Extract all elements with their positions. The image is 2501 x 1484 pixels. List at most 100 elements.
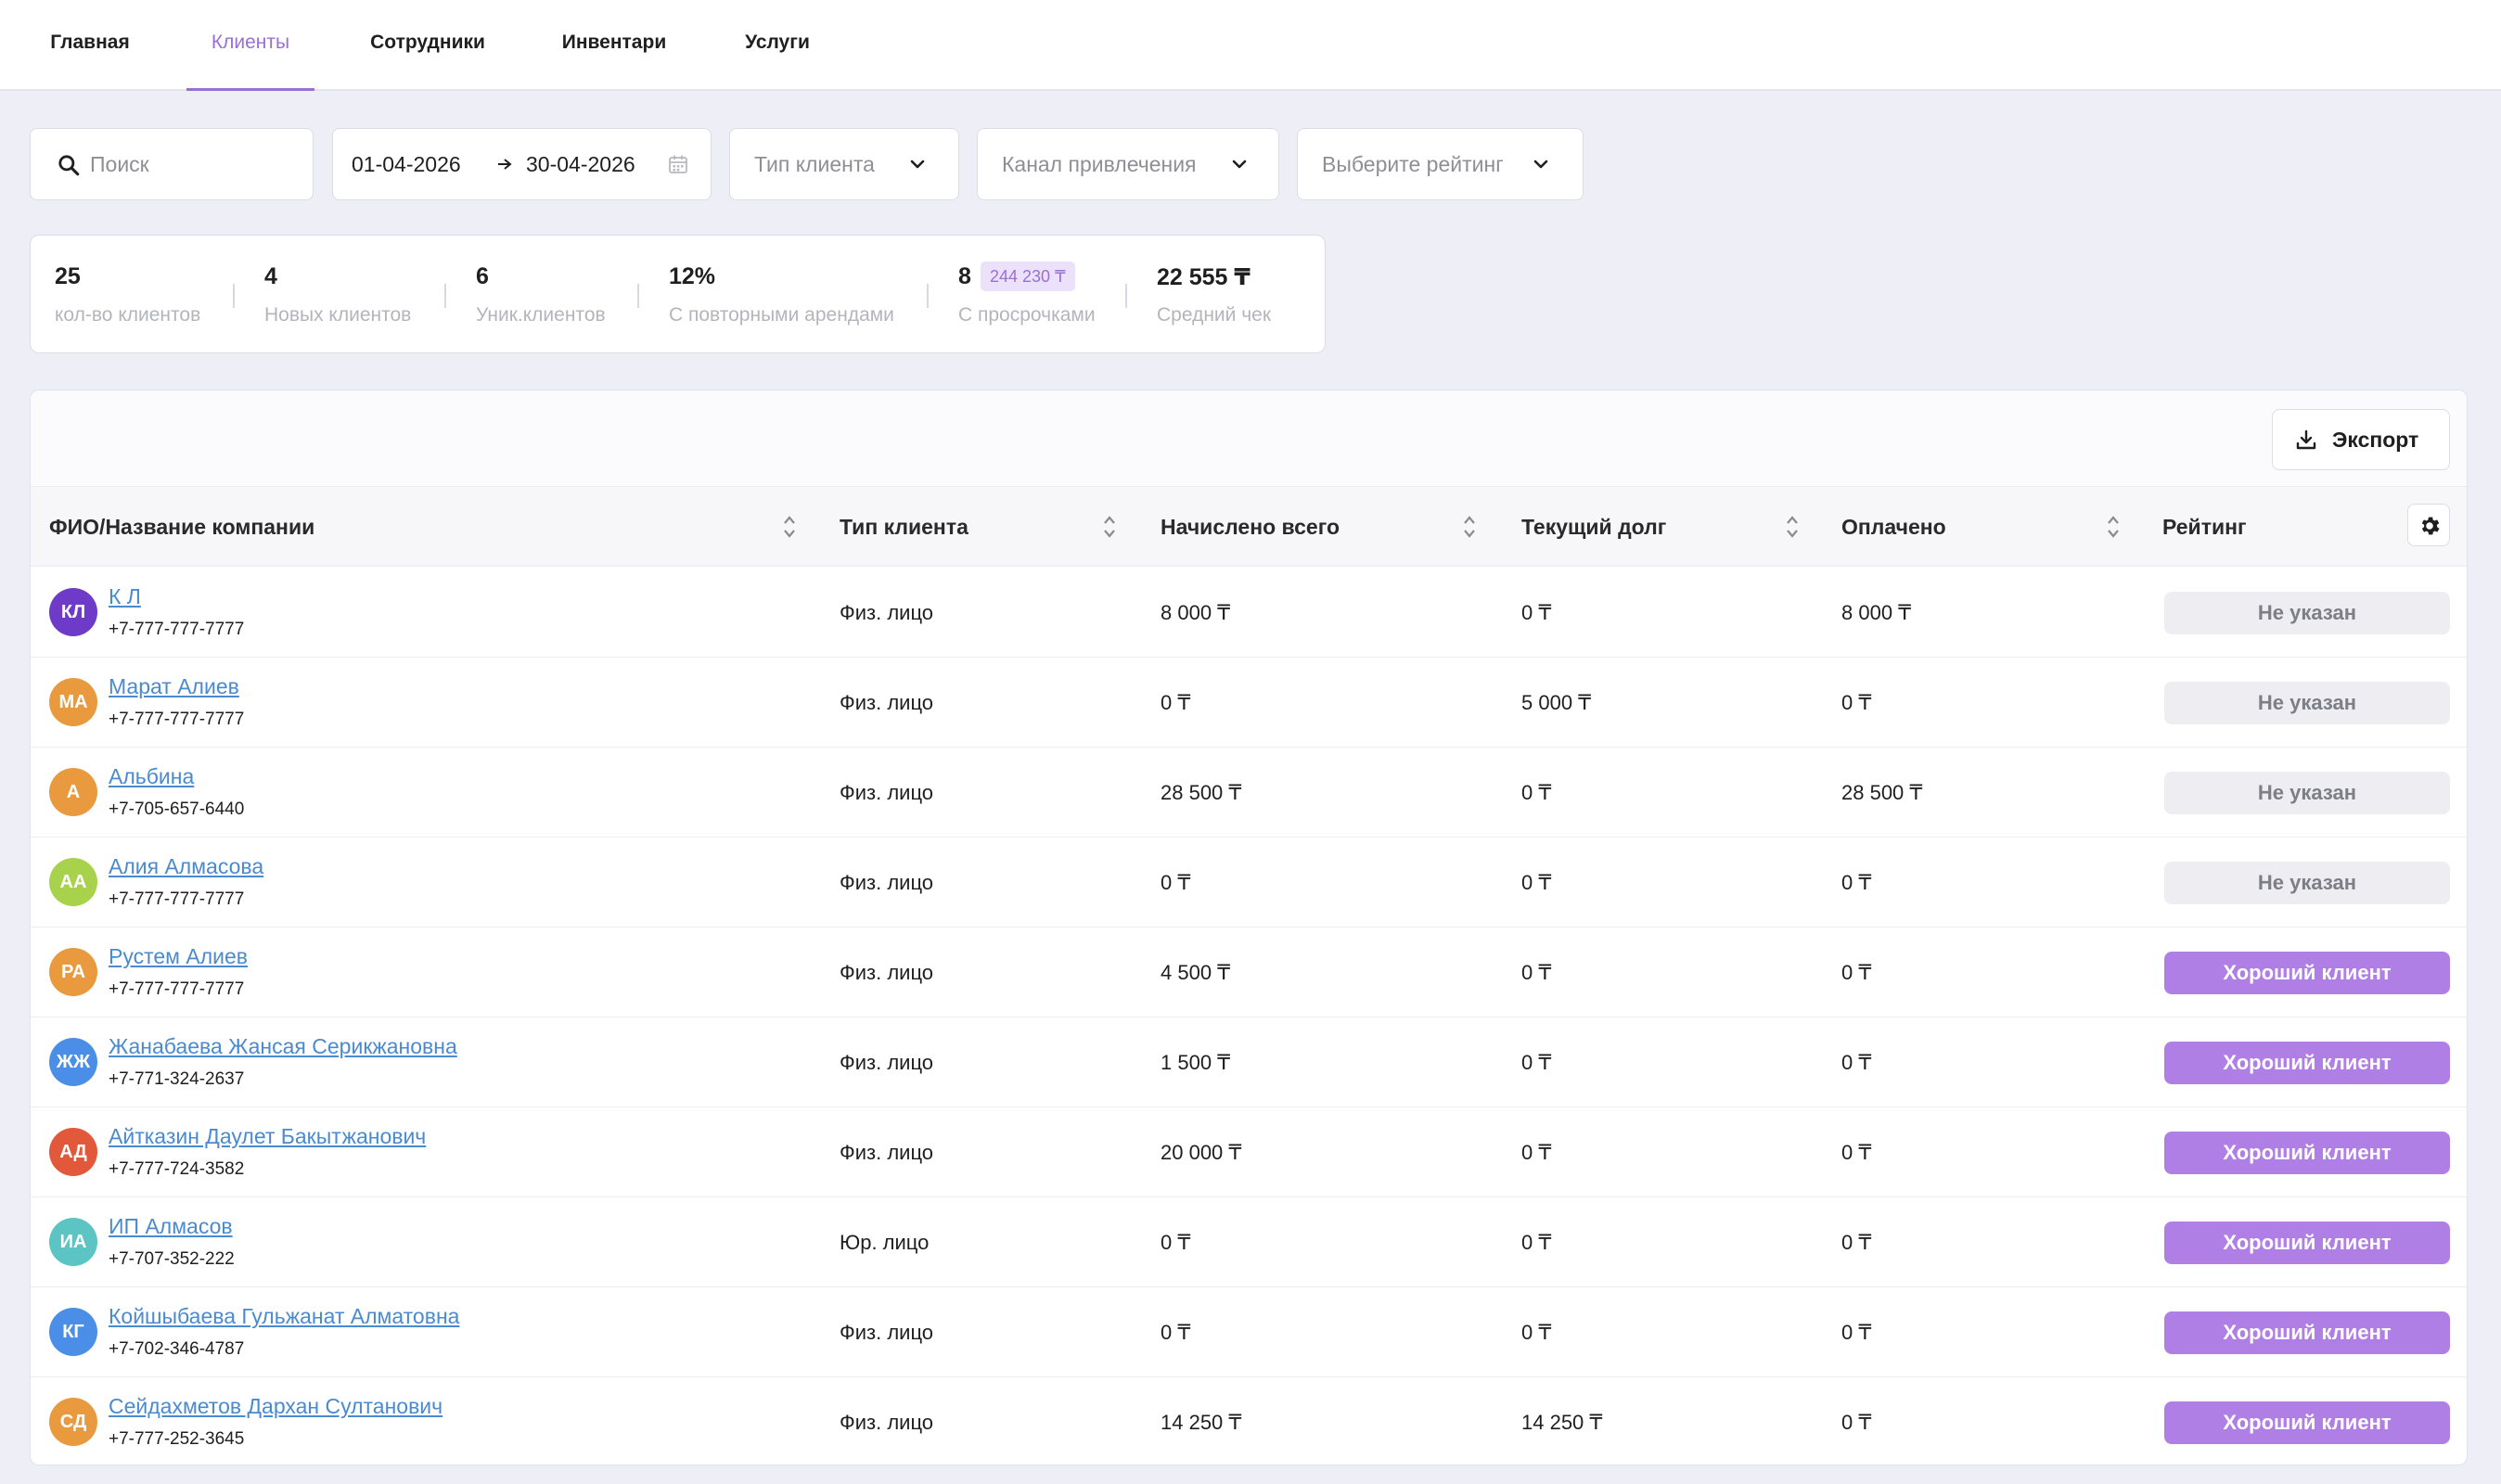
client-type-cell: Физ. лицо — [840, 1321, 934, 1344]
charged-cell: 0 ₸ — [1161, 691, 1191, 714]
calendar-icon[interactable] — [667, 153, 689, 175]
charged-cell: 28 500 ₸ — [1161, 781, 1242, 804]
client-name-link[interactable]: К Л — [109, 584, 141, 609]
debt-cell: 0 ₸ — [1521, 781, 1552, 804]
paid-cell: 0 ₸ — [1841, 871, 1872, 894]
table-row[interactable]: А Альбина +7-705-657-6440 Физ. лицо 28 500 ₸… — [31, 748, 2467, 838]
client-name-link[interactable]: Алия Алмасова — [109, 854, 263, 879]
client-name-link[interactable]: ИП Алмасов — [109, 1214, 233, 1239]
client-name-link[interactable]: Айтказин Даулет Бакытжанович — [109, 1124, 426, 1149]
client-name-link[interactable]: Койшыбаева Гульжанат Алматовна — [109, 1304, 459, 1329]
top-navigation: Главная Клиенты Сотрудники Инвентари Усл… — [0, 0, 2501, 91]
table-row[interactable]: МА Марат Алиев +7-777-777-7777 Физ. лицо 0 ₸… — [31, 658, 2467, 748]
avatar: КЛ — [49, 588, 97, 636]
client-name-link[interactable]: Жанабаева Жансая Серикжановна — [109, 1034, 457, 1059]
column-settings-button[interactable] — [2407, 504, 2450, 546]
date-range-picker[interactable]: 01-04-2026 30-04-2026 — [332, 128, 712, 200]
tab-services[interactable]: Услуги — [738, 0, 816, 89]
rating-badge[interactable]: Не указан — [2164, 682, 2450, 724]
column-header-paid[interactable]: Оплачено — [1841, 487, 1946, 567]
debt-cell: 0 ₸ — [1521, 1051, 1552, 1074]
stat-label: С просрочками — [958, 304, 1096, 326]
rating-badge[interactable]: Хороший клиент — [2164, 952, 2450, 994]
client-type-placeholder: Тип клиента — [754, 152, 875, 176]
rating-badge[interactable]: Не указан — [2164, 592, 2450, 634]
table-row[interactable]: АД Айтказин Даулет Бакытжанович +7-777-724… — [31, 1107, 2467, 1197]
tab-inventory[interactable]: Инвентари — [555, 0, 673, 89]
overdue-amount-chip: 244 230 ₸ — [981, 262, 1075, 291]
paid-cell: 0 ₸ — [1841, 691, 1872, 714]
client-phone: +7-707-352-222 — [109, 1249, 235, 1269]
stat-value: 22 555 ₸ — [1157, 264, 1250, 290]
column-header-rating[interactable]: Рейтинг — [2162, 487, 2247, 567]
debt-cell: 0 ₸ — [1521, 871, 1552, 894]
date-to[interactable]: 30-04-2026 — [526, 129, 635, 199]
sort-icon[interactable] — [1102, 513, 1117, 541]
charged-cell: 0 ₸ — [1161, 1321, 1191, 1344]
client-type-cell: Физ. лицо — [840, 961, 934, 984]
client-type-select[interactable]: Тип клиента — [729, 128, 959, 200]
table-header: ФИО/Название компании Тип клиента Начисл… — [31, 487, 2467, 567]
table-row[interactable]: КГ Койшыбаева Гульжанат Алматовна +7-702-3… — [31, 1287, 2467, 1377]
column-header-charged[interactable]: Начислено всего — [1161, 487, 1340, 567]
stats-card: 25 кол-во клиентов 4 Новых клиентов 6 Ун… — [30, 235, 1326, 353]
tab-employees[interactable]: Сотрудники — [364, 0, 492, 89]
rating-placeholder: Выберите рейтинг — [1322, 152, 1504, 176]
stat-label: С повторными арендами — [669, 304, 894, 326]
table-row[interactable]: СД Сейдахметов Дархан Султанович +7-777-25… — [31, 1377, 2467, 1465]
client-name-link[interactable]: Сейдахметов Дархан Султанович — [109, 1394, 442, 1419]
search-input[interactable]: Поиск — [30, 128, 314, 200]
table-row[interactable]: ИА ИП Алмасов +7-707-352-222 Юр. лицо 0 ₸ 0 ₸… — [31, 1197, 2467, 1287]
rating-badge[interactable]: Хороший клиент — [2164, 1132, 2450, 1174]
debt-cell: 0 ₸ — [1521, 961, 1552, 984]
sort-icon[interactable] — [2106, 513, 2121, 541]
paid-cell: 28 500 ₸ — [1841, 781, 1923, 804]
column-header-name[interactable]: ФИО/Название компании — [49, 487, 314, 567]
sort-icon[interactable] — [1462, 513, 1477, 541]
download-icon — [2296, 429, 2316, 450]
stat-value: 25 — [55, 263, 81, 289]
paid-cell: 0 ₸ — [1841, 1051, 1872, 1074]
rating-badge[interactable]: Хороший клиент — [2164, 1042, 2450, 1084]
table-row[interactable]: КЛ К Л +7-777-777-7777 Физ. лицо 8 000 ₸ 0 ₸ 8… — [31, 568, 2467, 658]
client-name-link[interactable]: Марат Алиев — [109, 674, 239, 699]
search-icon — [58, 155, 80, 176]
export-button[interactable]: Экспорт — [2272, 409, 2450, 470]
table-row[interactable]: РА Рустем Алиев +7-777-777-7777 Физ. лицо 4 … — [31, 928, 2467, 1017]
rating-badge[interactable]: Хороший клиент — [2164, 1222, 2450, 1264]
client-type-cell: Физ. лицо — [840, 691, 934, 714]
rating-badge[interactable]: Не указан — [2164, 772, 2450, 814]
clients-table-panel: Экспорт ФИО/Название компании Тип клиент… — [30, 390, 2468, 1465]
charged-cell: 14 250 ₸ — [1161, 1411, 1242, 1434]
stat-label: Средний чек — [1157, 304, 1272, 326]
client-phone: +7-771-324-2637 — [109, 1069, 245, 1089]
rating-select[interactable]: Выберите рейтинг — [1297, 128, 1584, 200]
charged-cell: 0 ₸ — [1161, 871, 1191, 894]
charged-cell: 1 500 ₸ — [1161, 1051, 1231, 1074]
date-from[interactable]: 01-04-2026 — [352, 129, 461, 199]
client-name-link[interactable]: Рустем Алиев — [109, 944, 248, 969]
table-row[interactable]: АА Алия Алмасова +7-777-777-7777 Физ. лицо 0… — [31, 838, 2467, 928]
sort-icon[interactable] — [782, 513, 797, 541]
paid-cell: 8 000 ₸ — [1841, 601, 1912, 624]
avatar: АД — [49, 1128, 97, 1176]
column-header-debt[interactable]: Текущий долг — [1521, 487, 1666, 567]
avatar: АА — [49, 858, 97, 906]
chevron-down-icon — [1533, 160, 1548, 169]
rating-badge[interactable]: Не указан — [2164, 862, 2450, 904]
avatar: ЖЖ — [49, 1038, 97, 1086]
client-name-link[interactable]: Альбина — [109, 764, 194, 789]
client-type-cell: Физ. лицо — [840, 601, 934, 624]
tab-home[interactable]: Главная — [37, 0, 143, 89]
avatar: А — [49, 768, 97, 816]
rating-badge[interactable]: Хороший клиент — [2164, 1401, 2450, 1444]
rating-badge[interactable]: Хороший клиент — [2164, 1311, 2450, 1354]
client-phone: +7-705-657-6440 — [109, 800, 245, 819]
table-row[interactable]: ЖЖ Жанабаева Жансая Серикжановна +7-771-32… — [31, 1017, 2467, 1107]
column-header-client-type[interactable]: Тип клиента — [840, 487, 968, 567]
debt-cell: 0 ₸ — [1521, 1231, 1552, 1254]
tab-clients[interactable]: Клиенты — [186, 0, 314, 91]
paid-cell: 0 ₸ — [1841, 1141, 1872, 1164]
channel-select[interactable]: Канал привлечения — [977, 128, 1279, 200]
sort-icon[interactable] — [1785, 513, 1800, 541]
